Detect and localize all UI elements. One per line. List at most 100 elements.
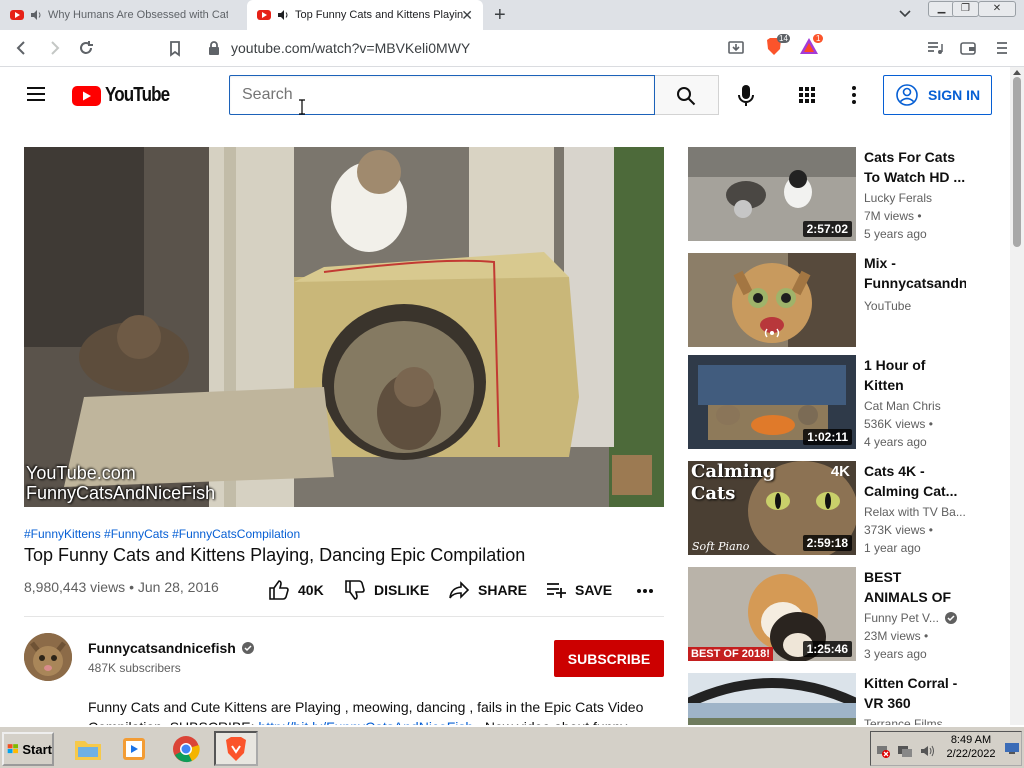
menu-icon[interactable] — [992, 38, 1012, 58]
network-icon[interactable] — [897, 743, 913, 759]
video-thumbnail[interactable] — [688, 673, 856, 725]
microphone-icon[interactable] — [737, 84, 755, 108]
tab-search-chevron-icon[interactable] — [898, 9, 912, 19]
install-app-icon[interactable] — [726, 38, 746, 58]
youtube-header: YouTube SIGN IN — [0, 67, 1010, 123]
recommended-title: Kitten Corral - VR 360 Kittens! — [864, 675, 958, 711]
more-actions-icon[interactable] — [636, 588, 654, 594]
thumbs-down-icon — [345, 580, 365, 600]
recommended-channel-text: Funny Pet V... — [864, 611, 939, 625]
bookmark-icon[interactable] — [165, 38, 185, 58]
speaker-icon[interactable] — [277, 9, 289, 21]
taskbar-media-player[interactable] — [112, 731, 156, 766]
views-and-date: 8,980,443 views • Jun 28, 2016 — [24, 579, 219, 595]
close-tab-icon[interactable]: ✕ — [461, 7, 473, 24]
save-button[interactable]: SAVE — [545, 578, 612, 602]
dislike-button[interactable]: DISLIKE — [344, 578, 429, 602]
rewards-count-badge: 1 — [813, 34, 824, 43]
recommended-mix[interactable]: Mix - Funnycatsandnicefish YouTube — [688, 253, 988, 347]
media-player-icon — [123, 737, 145, 760]
search-button[interactable] — [655, 75, 719, 115]
recommended-title: Mix - Funnycatsandnicefish — [864, 255, 966, 291]
start-button[interactable]: Start — [2, 732, 54, 766]
subscribe-button[interactable]: SUBSCRIBE — [554, 640, 664, 677]
thumbs-up-icon — [269, 580, 289, 600]
video-thumbnail[interactable]: BEST OF 2018! 1:25:46 — [688, 567, 856, 661]
like-button[interactable]: 40K — [268, 578, 324, 602]
volume-icon[interactable] — [919, 743, 935, 759]
channel-avatar[interactable] — [24, 633, 72, 681]
share-button[interactable]: SHARE — [448, 578, 527, 602]
duration-badge: 1:25:46 — [802, 641, 852, 657]
youtube-logo[interactable]: YouTube — [72, 84, 181, 107]
save-label: SAVE — [575, 582, 613, 598]
youtube-logo-text: YouTube — [105, 84, 170, 106]
brave-shields-button[interactable]: 14 — [765, 34, 790, 59]
hamburger-menu-icon[interactable] — [26, 86, 46, 102]
recommended-video[interactable]: BEST OF 2018! 1:25:46 BEST ANIMALS OF 20… — [688, 567, 988, 661]
recommended-channel: Lucky Ferals — [864, 191, 933, 205]
recommended-channel: Relax with TV Ba... — [864, 505, 966, 519]
tab-why-humans[interactable]: Why Humans Are Obsessed with Cats — [0, 0, 246, 30]
divider — [24, 616, 664, 617]
media-playlist-icon[interactable] — [925, 38, 945, 58]
taskbar-brave[interactable] — [214, 731, 258, 766]
scrollbar-thumb[interactable] — [1013, 77, 1021, 247]
channel-name[interactable]: Funnycatsandnicefish — [88, 640, 254, 656]
lock-icon[interactable] — [204, 38, 224, 58]
maximize-button[interactable]: ❐ — [952, 1, 979, 17]
address-bar[interactable]: youtube.com/watch?v=MBVKeli0MWY — [231, 40, 470, 56]
close-window-button[interactable]: ✕ — [978, 1, 1016, 17]
recommended-video[interactable]: 1:02:11 1 Hour of Kitten Therapy! Cat Ma… — [688, 355, 988, 449]
recommended-video[interactable]: Calming Cats 4K Soft Piano 2:59:18 Cats … — [688, 461, 988, 555]
clock-date: 2/22/2022 — [946, 748, 996, 760]
scroll-up-arrow-icon[interactable] — [1013, 69, 1021, 75]
video-thumbnail[interactable]: Calming Cats 4K Soft Piano 2:59:18 — [688, 461, 856, 555]
account-circle-icon — [896, 84, 918, 106]
shields-count-badge: 14 — [777, 34, 790, 43]
youtube-favicon-icon — [10, 10, 24, 20]
apps-grid-icon[interactable] — [798, 86, 816, 104]
recommended-views: 23M views • — [864, 629, 929, 643]
back-icon[interactable] — [12, 38, 32, 58]
recommended-title: Cats For Cats To Watch HD ... — [864, 149, 966, 185]
video-thumbnail[interactable]: 1:02:11 — [688, 355, 856, 449]
speaker-icon[interactable] — [30, 9, 42, 21]
sign-in-button[interactable]: SIGN IN — [883, 75, 992, 115]
brave-rewards-button[interactable]: 1 — [799, 34, 824, 59]
show-desktop-icon[interactable] — [1004, 740, 1020, 756]
verified-check-icon — [944, 612, 957, 624]
playlist-add-icon — [547, 583, 566, 598]
watermark-line2: FunnyCatsAndNiceFish — [26, 483, 216, 503]
recommended-age: 5 years ago — [864, 227, 927, 241]
search-input[interactable] — [229, 75, 655, 115]
thumbnail-subcaption: Soft Piano — [692, 540, 750, 553]
tab-top-funny-cats[interactable]: Top Funny Cats and Kittens Playing ✕ — [247, 0, 483, 30]
taskbar-chrome[interactable] — [164, 731, 208, 766]
recommended-channel: Cat Man Chris — [864, 399, 941, 413]
tab-title: Top Funny Cats and Kittens Playing — [295, 9, 463, 21]
recommended-video[interactable]: 2:57:02 Cats For Cats To Watch HD ... Lu… — [688, 147, 988, 241]
recommended-video[interactable]: Kitten Corral - VR 360 Kittens! Terrance… — [688, 673, 988, 725]
taskbar-file-explorer[interactable] — [66, 731, 110, 766]
minimize-button[interactable]: ▁ — [928, 1, 955, 17]
forward-icon[interactable] — [44, 38, 64, 58]
dislike-label: DISLIKE — [374, 582, 430, 598]
share-label: SHARE — [478, 582, 528, 598]
more-vert-icon[interactable] — [851, 85, 857, 105]
network-error-icon[interactable] — [875, 743, 891, 759]
page-scrollbar[interactable] — [1010, 67, 1024, 725]
clock-time: 8:49 AM — [950, 734, 992, 746]
video-player[interactable]: YouTube.com FunnyCatsAndNiceFish — [24, 147, 664, 507]
video-thumbnail[interactable] — [688, 253, 856, 347]
start-label: Start — [22, 741, 52, 757]
windows-logo-icon — [7, 744, 18, 754]
4k-badge: 4K — [830, 463, 850, 480]
reload-icon[interactable] — [76, 38, 96, 58]
wallet-icon[interactable] — [958, 38, 978, 58]
hashtags[interactable]: #FunnyKittens #FunnyCats #FunnyCatsCompi… — [24, 527, 300, 541]
video-thumbnail[interactable]: 2:57:02 — [688, 147, 856, 241]
new-tab-button[interactable]: + — [494, 4, 506, 27]
taskbar-clock[interactable]: 8:49 AM 2/22/2022 — [936, 733, 1006, 761]
brave-browser-icon — [226, 736, 246, 761]
